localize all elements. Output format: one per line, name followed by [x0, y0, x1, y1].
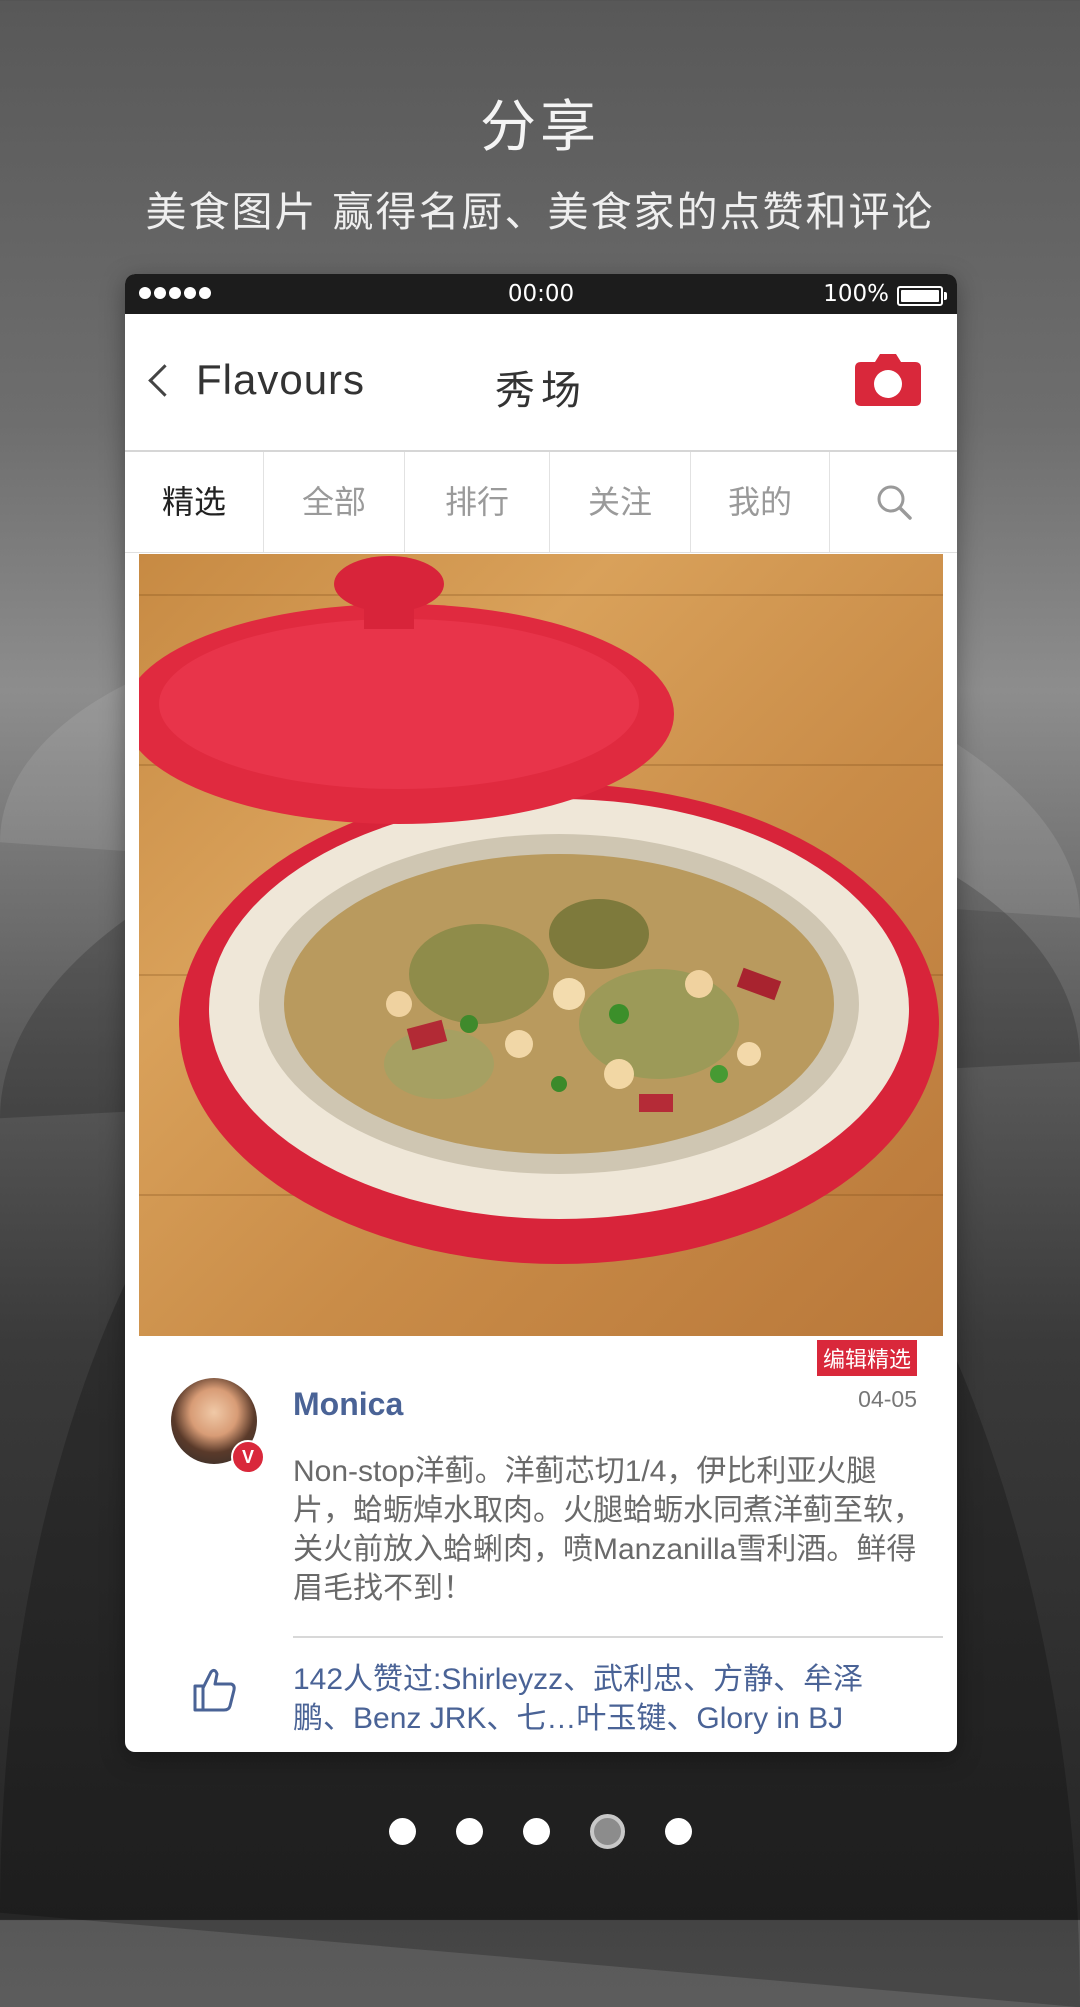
page-title: 秀场: [495, 368, 587, 414]
page-indicator: [0, 1814, 1080, 1849]
tab-bar: 精选 全部 排行 关注 我的: [125, 452, 957, 553]
likes-list[interactable]: 142人赞过:Shirleyzz、武利忠、方静、牟泽鹏、Benz JRK、七…叶…: [293, 1660, 923, 1738]
tab-featured[interactable]: 精选: [125, 452, 264, 552]
page-dot[interactable]: [388, 1818, 416, 1845]
post-username[interactable]: Monica: [293, 1386, 403, 1423]
divider: [293, 1636, 943, 1638]
page-dot-active[interactable]: [589, 1814, 625, 1849]
promo-subtitle: 美食图片 赢得名厨、美食家的点赞和评论: [145, 188, 935, 236]
camera-button[interactable]: [853, 350, 923, 408]
page-dot[interactable]: [522, 1818, 550, 1845]
post-body: Non-stop洋蓟。洋蓟芯切1/4，伊比利亚火腿片，蛤蛎焯水取肉。火腿蛤蛎水同…: [293, 1455, 923, 1605]
battery-percent: 100%: [823, 281, 889, 307]
status-bar: 00:00 100%: [125, 274, 957, 314]
editors-pick-badge: 编辑精选: [816, 1340, 917, 1376]
search-icon: [877, 485, 912, 520]
tab-all[interactable]: 全部: [264, 452, 405, 552]
battery-icon: [897, 286, 947, 306]
page-dot[interactable]: [455, 1818, 483, 1845]
post-photo[interactable]: [139, 554, 943, 1336]
tab-ranking[interactable]: 排行: [405, 452, 550, 552]
nav-bar: Flavours 秀场: [125, 314, 957, 452]
thumbs-up-icon: [193, 1668, 236, 1712]
page-dot[interactable]: [664, 1818, 692, 1845]
verified-badge: V: [231, 1440, 265, 1474]
tab-mine[interactable]: 我的: [691, 452, 830, 552]
tab-following[interactable]: 关注: [550, 452, 691, 552]
post-date: 04-05: [858, 1386, 917, 1412]
promo-title: 分享: [480, 95, 600, 160]
phone-frame: 00:00 100% Flavours 秀场 精选 全部 排行 关注 我的 编辑…: [125, 274, 957, 1752]
camera-icon: [855, 354, 921, 406]
search-button[interactable]: [830, 452, 957, 552]
like-button[interactable]: [189, 1664, 239, 1714]
food-illustration: [139, 556, 939, 1264]
